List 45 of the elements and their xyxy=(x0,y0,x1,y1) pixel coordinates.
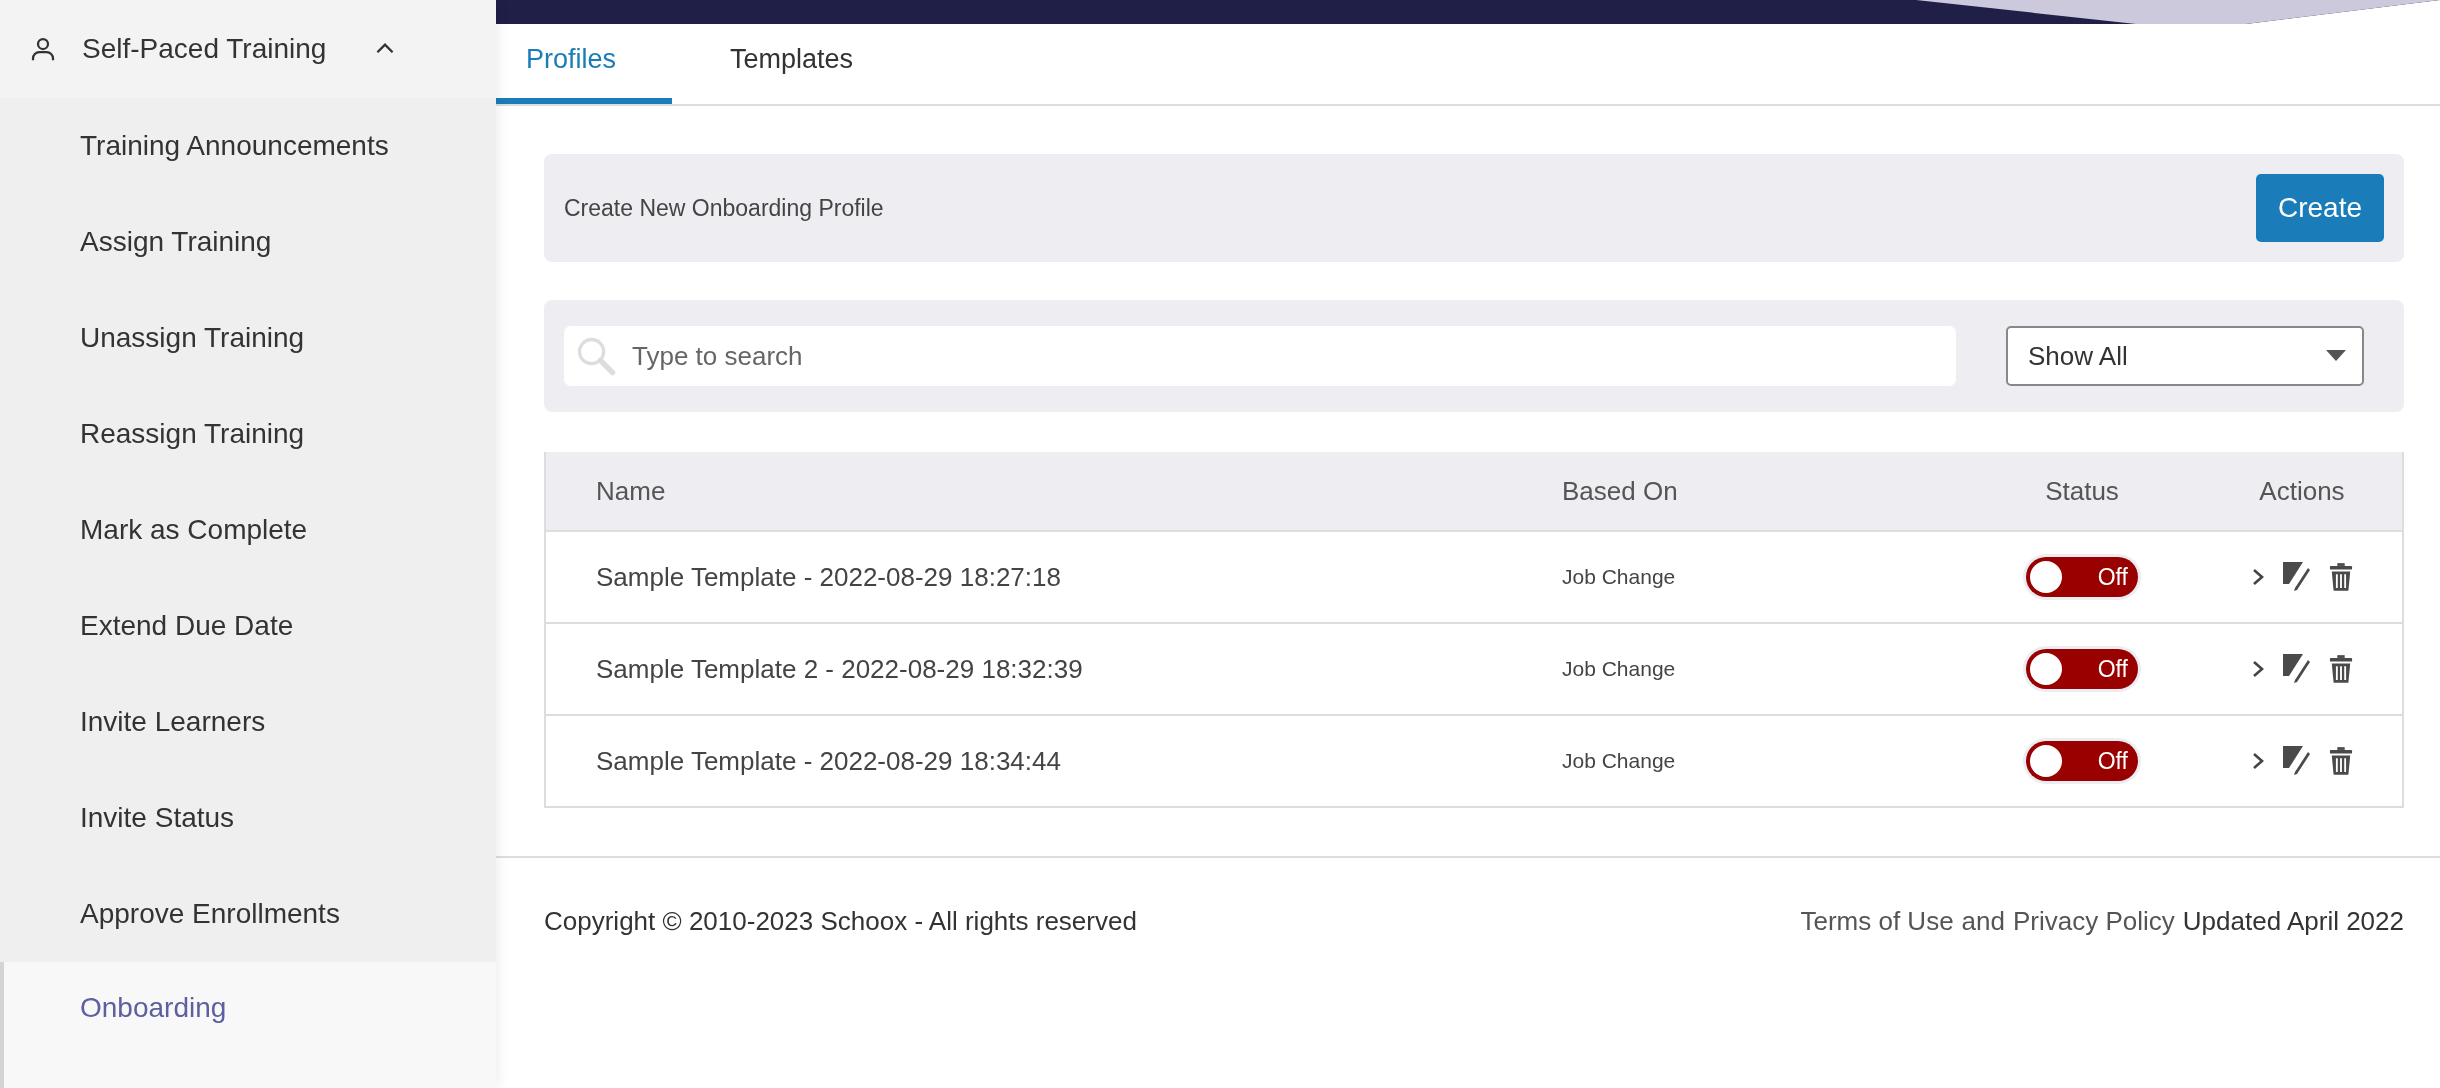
sidebar-item[interactable]: Invite Status xyxy=(0,770,496,866)
trash-icon[interactable] xyxy=(2329,562,2353,592)
column-header: Status xyxy=(2044,475,2120,507)
status-toggle[interactable]: Off xyxy=(2026,741,2138,781)
sidebar-item[interactable]: Onboarding xyxy=(0,962,496,1088)
column-header: Actions xyxy=(2258,475,2346,507)
table-cell-text: Job Change xyxy=(1562,749,1677,773)
table-cell-text: Sample Template - 2022-08-29 18:34:44 xyxy=(595,745,1062,777)
column-header: Name xyxy=(595,475,667,507)
table-cell-text: Sample Template 2 - 2022-08-29 18:32:39 xyxy=(595,653,1084,685)
tab[interactable]: Profiles xyxy=(496,24,672,104)
table-cell-text: Job Change xyxy=(1562,565,1677,589)
filter-dropdown[interactable]: Show All xyxy=(2006,326,2364,386)
trash-icon[interactable] xyxy=(2329,654,2353,684)
terms-link[interactable]: Terms of Use xyxy=(1800,906,1954,937)
trash-icon[interactable] xyxy=(2329,746,2353,776)
chevron-right-icon[interactable] xyxy=(2251,751,2265,771)
status-toggle[interactable]: Off xyxy=(2026,557,2138,597)
sidebar-item[interactable]: Unassign Training xyxy=(0,290,496,386)
edit-icon[interactable] xyxy=(2283,746,2311,776)
footer-text: and xyxy=(1961,906,2005,937)
section-header[interactable]: Self-Paced Training xyxy=(0,0,496,98)
caret-icon xyxy=(2326,350,2346,362)
sidebar-item[interactable]: Assign Training xyxy=(0,194,496,290)
edit-icon[interactable] xyxy=(2283,562,2311,592)
sidebar-item[interactable]: Extend Due Date xyxy=(0,578,496,674)
table-cell-text: Job Change xyxy=(1562,657,1677,681)
sidebar-item[interactable]: Training Announcements xyxy=(0,98,496,194)
footer-text: Updated April 2022 xyxy=(2182,906,2404,937)
panel-label: Create New Onboarding Profile xyxy=(564,194,884,222)
chevron-right-icon[interactable] xyxy=(2251,567,2265,587)
chevron-right-icon[interactable] xyxy=(2251,659,2265,679)
sidebar-item[interactable]: Invite Learners xyxy=(0,674,496,770)
sidebar-item[interactable]: Reassign Training xyxy=(0,386,496,482)
sidebar-item[interactable]: Mark as Complete xyxy=(0,482,496,578)
column-header: Based On xyxy=(1562,475,1679,507)
search-field[interactable]: Type to search xyxy=(564,326,1956,386)
edit-icon[interactable] xyxy=(2283,654,2311,684)
sidebar-item[interactable]: Approve Enrollments xyxy=(0,866,496,962)
copyright-text: Copyright © 2010-2023 Schoox - All rights reserved xyxy=(544,906,1137,937)
create-button[interactable]: Create xyxy=(2255,174,2384,242)
status-toggle[interactable]: Off xyxy=(2026,649,2138,689)
tab[interactable]: Templates xyxy=(700,24,884,104)
table-cell-text: Sample Template - 2022-08-29 18:27:18 xyxy=(595,561,1062,593)
privacy-link[interactable]: Privacy Policy xyxy=(2013,906,2175,937)
